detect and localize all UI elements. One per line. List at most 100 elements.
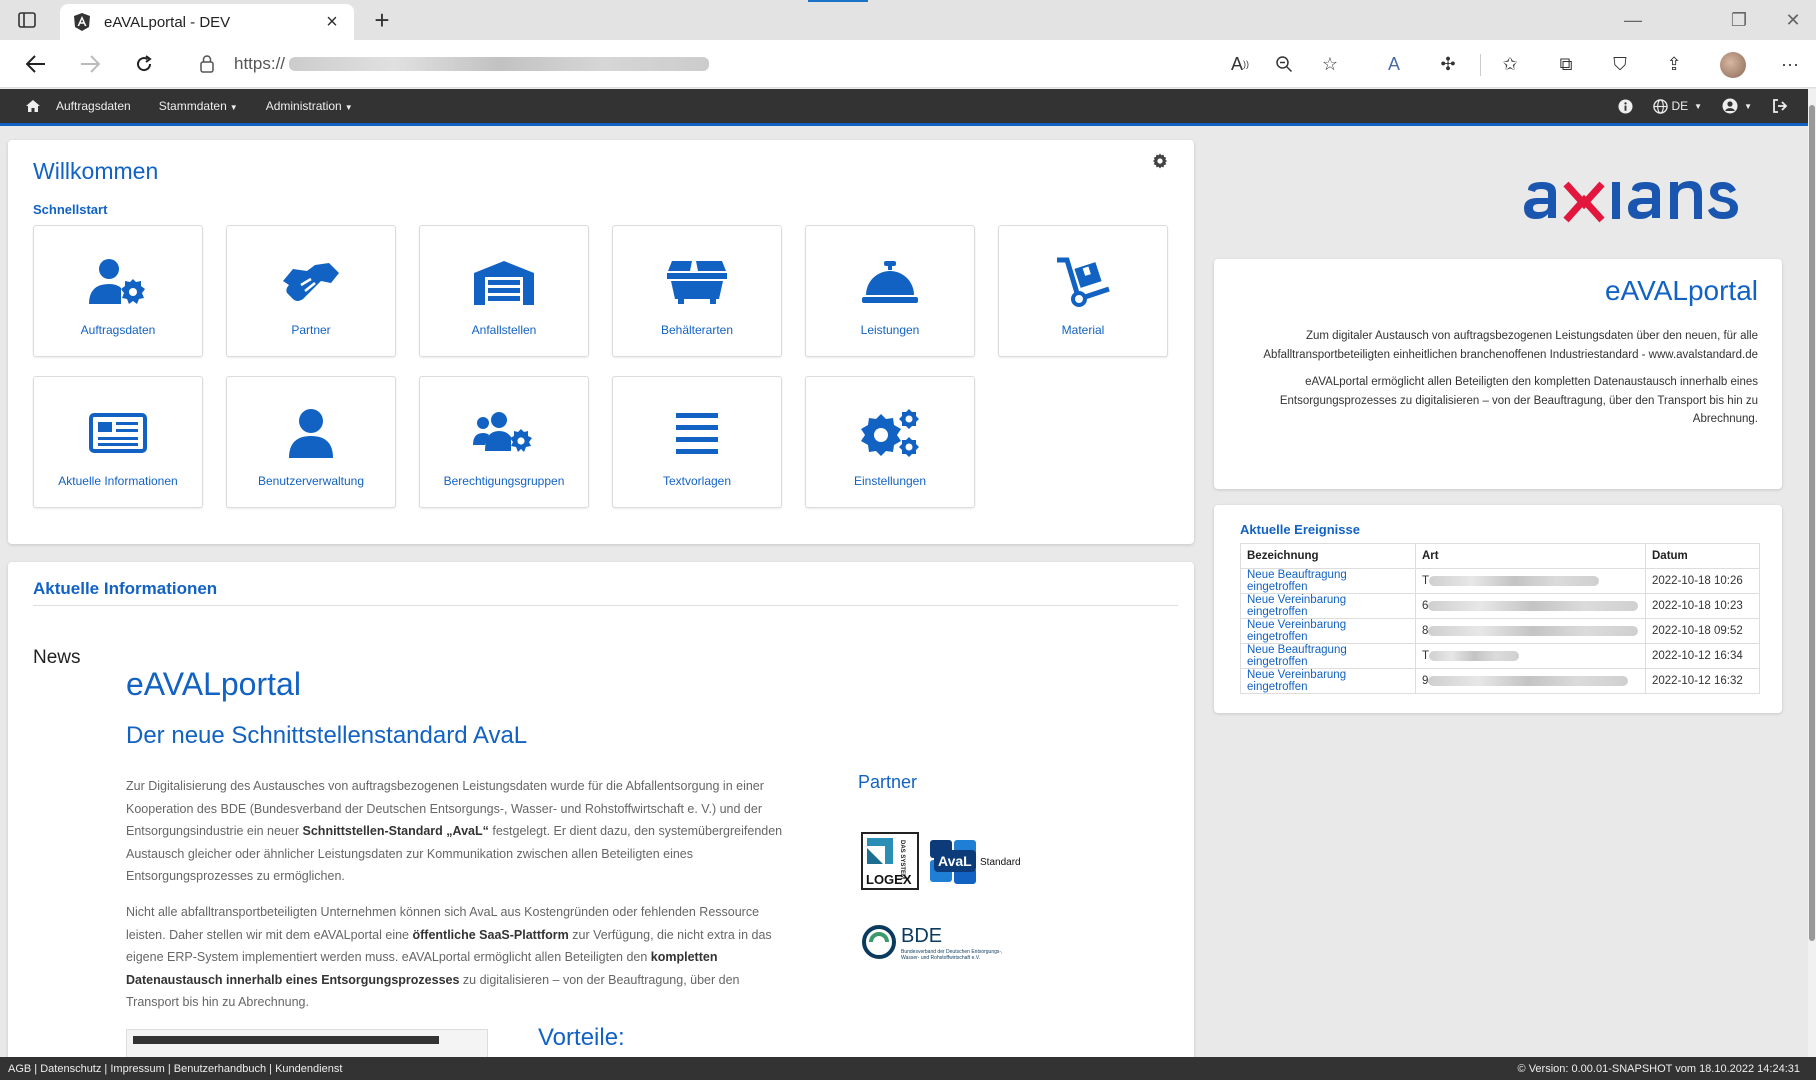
tile-label: Auftragsdaten bbox=[80, 323, 156, 337]
axians-logo bbox=[1522, 176, 1762, 224]
footer-link-datenschutz[interactable]: Datenschutz bbox=[40, 1063, 101, 1075]
partner-label: Partner bbox=[858, 772, 918, 792]
more-icon[interactable]: ··· bbox=[1776, 50, 1804, 78]
user-gear-icon bbox=[86, 256, 150, 308]
event-date: 2022-10-18 09:52 bbox=[1645, 618, 1760, 644]
tile-benutzerverwaltung[interactable]: Benutzerverwaltung bbox=[226, 376, 396, 508]
url-text: https:// bbox=[234, 54, 286, 73]
event-link[interactable]: Neue Vereinbarung eingetroffen bbox=[1240, 593, 1416, 619]
table-row[interactable]: Neue Vereinbarung eingetroffen 9 2022-10… bbox=[1240, 668, 1760, 694]
tab-indicator bbox=[808, 0, 868, 2]
table-row[interactable]: Neue Vereinbarung eingetroffen 6 2022-10… bbox=[1240, 593, 1760, 619]
table-row[interactable]: Neue Beauftragung eingetroffen T 2022-10… bbox=[1240, 643, 1760, 669]
translate-icon[interactable]: A bbox=[1380, 50, 1408, 78]
redacted-text bbox=[1428, 600, 1639, 611]
close-window-icon[interactable]: ✕ bbox=[1778, 8, 1808, 32]
new-tab-icon[interactable]: + bbox=[368, 5, 396, 35]
footer-link-benutzerhandbuch[interactable]: Benutzerhandbuch bbox=[174, 1063, 266, 1075]
favorites-icon[interactable]: ✩ bbox=[1496, 50, 1524, 78]
home-icon[interactable] bbox=[22, 98, 44, 114]
event-link[interactable]: Neue Beauftragung eingetroffen bbox=[1240, 568, 1416, 594]
dolly-icon bbox=[1051, 256, 1115, 308]
language-label: DE bbox=[1671, 99, 1689, 113]
nav-stammdaten[interactable]: Stammdaten ▼ bbox=[159, 99, 238, 113]
event-art-initial: T bbox=[1422, 650, 1430, 662]
close-tab-icon[interactable]: × bbox=[322, 11, 342, 33]
nav-stammdaten-label: Stammdaten bbox=[158, 99, 227, 113]
nav-administration[interactable]: Administration ▼ bbox=[266, 99, 353, 113]
url-field[interactable]: https:// bbox=[182, 46, 1334, 82]
welcome-title: Willkommen bbox=[33, 158, 159, 184]
reload-icon[interactable] bbox=[130, 50, 158, 78]
tile-auftragsdaten[interactable]: Auftragsdaten bbox=[33, 225, 203, 357]
back-icon[interactable] bbox=[22, 50, 50, 78]
info-icon[interactable] bbox=[1618, 98, 1634, 114]
language-selector[interactable]: DE ▼ bbox=[1653, 98, 1702, 114]
tile-einstellungen[interactable]: Einstellungen bbox=[805, 376, 975, 508]
footer-link-agb[interactable]: AGB bbox=[8, 1063, 31, 1075]
bde-text: BDE bbox=[901, 925, 942, 947]
news-heading: eAVALportal bbox=[126, 666, 301, 702]
user-menu[interactable]: ▼ bbox=[1722, 98, 1752, 114]
nav-auftragsdaten[interactable]: Auftragsdaten bbox=[56, 99, 131, 113]
tile-berechtigungsgruppen[interactable]: Berechtigungsgruppen bbox=[419, 376, 589, 508]
gears-icon bbox=[858, 407, 922, 459]
info-title: Aktuelle Informationen bbox=[33, 579, 218, 598]
news-subheading: Der neue Schnittstellenstandard AvaL bbox=[126, 722, 528, 749]
event-link[interactable]: Neue Beauftragung eingetroffen bbox=[1240, 643, 1416, 669]
user-icon bbox=[279, 407, 343, 459]
security-icon[interactable]: ⛉ bbox=[1606, 50, 1634, 78]
tile-leistungen[interactable]: Leistungen bbox=[805, 225, 975, 357]
collections-icon[interactable]: ⧉ bbox=[1552, 50, 1580, 78]
share-icon[interactable]: ⇪ bbox=[1660, 50, 1688, 78]
tile-label: Einstellungen bbox=[853, 474, 927, 488]
event-link[interactable]: Neue Vereinbarung eingetroffen bbox=[1240, 618, 1416, 644]
redacted-text bbox=[1428, 675, 1629, 686]
bde-logo: BDE Bundesverband der Deutschen Entsorgun… bbox=[861, 920, 1031, 968]
page-scrollbar[interactable] bbox=[1808, 89, 1816, 1057]
browser-tab[interactable]: eAVALportal - DEV × bbox=[60, 4, 354, 40]
footer-link-impressum[interactable]: Impressum bbox=[110, 1063, 164, 1075]
nav-administration-label: Administration bbox=[265, 99, 342, 113]
tile-aktuelle-informationen[interactable]: Aktuelle Informationen bbox=[33, 376, 203, 508]
forward-icon[interactable] bbox=[76, 50, 104, 78]
footer: AGB | Datenschutz | Impressum | Benutzer… bbox=[0, 1057, 1816, 1080]
users-gear-icon bbox=[472, 407, 536, 459]
tile-textvorlagen[interactable]: Textvorlagen bbox=[612, 376, 782, 508]
tab-title: eAVALportal - DEV bbox=[104, 13, 231, 31]
logout-icon[interactable] bbox=[1772, 99, 1788, 113]
welcome-card: Willkommen Schnellstart Auftragsdaten Pa… bbox=[8, 140, 1194, 544]
aval-text: AvaL bbox=[938, 853, 972, 869]
news-text-bold: öffentliche SaaS-Plattform bbox=[412, 927, 569, 942]
portal-title: eAVALportal bbox=[1604, 275, 1758, 306]
warehouse-icon bbox=[472, 256, 536, 308]
table-row[interactable]: Neue Vereinbarung eingetroffen 8 2022-10… bbox=[1240, 618, 1760, 644]
tile-label: Leistungen bbox=[860, 323, 920, 337]
table-row[interactable]: Neue Beauftragung eingetroffen T 2022-10… bbox=[1240, 568, 1760, 594]
add-favorite-icon[interactable]: ☆ bbox=[1316, 50, 1344, 78]
tab-actions-icon[interactable] bbox=[16, 9, 38, 31]
column-header-bezeichnung: Bezeichnung bbox=[1240, 543, 1416, 569]
tile-partner[interactable]: Partner bbox=[226, 225, 396, 357]
extensions-icon[interactable]: ✣ bbox=[1434, 50, 1462, 78]
minimize-icon[interactable]: — bbox=[1618, 8, 1648, 32]
aval-side-text: Standard bbox=[980, 857, 1021, 868]
event-link[interactable]: Neue Vereinbarung eingetroffen bbox=[1240, 668, 1416, 694]
restore-icon[interactable]: ❐ bbox=[1724, 8, 1754, 32]
newspaper-icon bbox=[86, 407, 150, 459]
profile-avatar[interactable] bbox=[1720, 52, 1746, 78]
read-aloud-icon[interactable]: A)) bbox=[1226, 50, 1254, 78]
events-title: Aktuelle Ereignisse bbox=[1240, 522, 1360, 537]
tile-anfallstellen[interactable]: Anfallstellen bbox=[419, 225, 589, 357]
footer-link-kundendienst[interactable]: Kundendienst bbox=[275, 1063, 342, 1075]
divider bbox=[33, 605, 1178, 606]
tile-label: Benutzerverwaltung bbox=[257, 474, 365, 488]
tile-behaelterarten[interactable]: Behälterarten bbox=[612, 225, 782, 357]
events-table: Bezeichnung Art Datum Neue Beauftragung … bbox=[1240, 543, 1760, 694]
tile-material[interactable]: Material bbox=[998, 225, 1168, 357]
logex-logo: DAS SYSTEM LOGEX bbox=[861, 832, 919, 890]
scrollbar-thumb[interactable] bbox=[1809, 105, 1815, 941]
gear-icon[interactable] bbox=[1152, 153, 1170, 171]
portal-text-2: eAVALportal ermöglicht allen Beteiligten… bbox=[1279, 376, 1758, 425]
zoom-icon[interactable] bbox=[1270, 50, 1298, 78]
